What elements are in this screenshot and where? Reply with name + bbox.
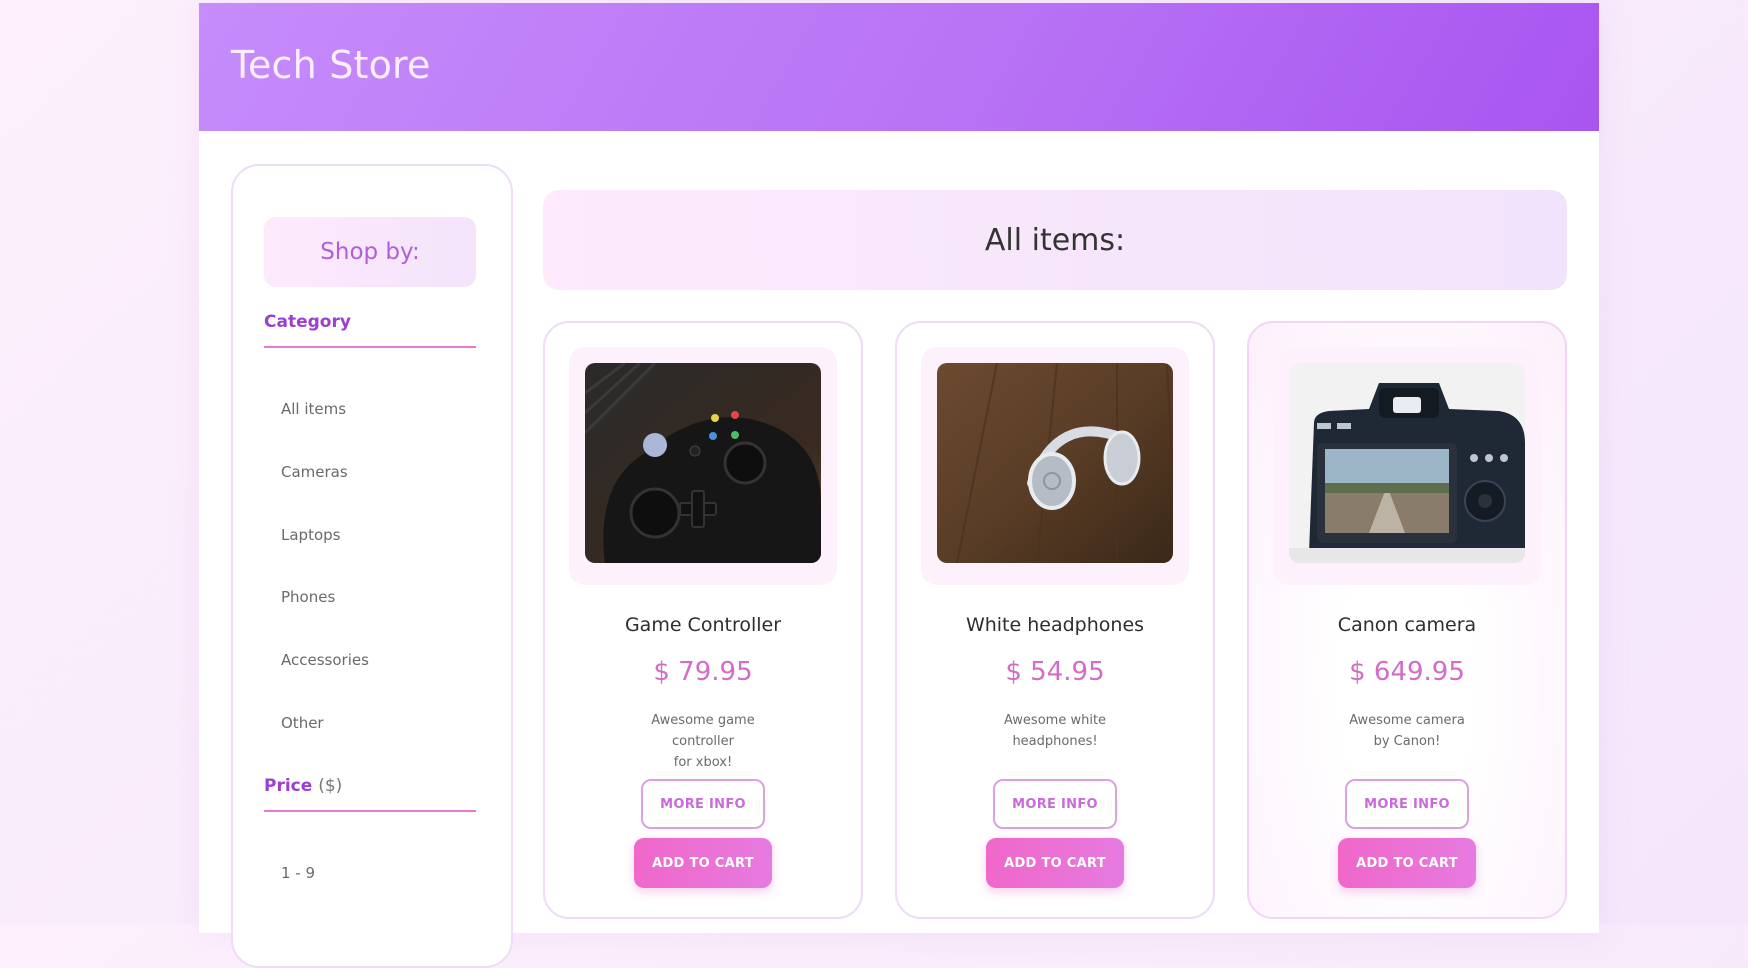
product-title[interactable]: White headphones (897, 614, 1213, 636)
product-card-white-headphones: White headphones $ 54.95 Awesome white h… (895, 321, 1215, 919)
product-image-frame (569, 347, 837, 585)
description-line: Awesome game controller (651, 713, 755, 749)
all-items-heading: All items: (543, 190, 1567, 290)
shop-by-heading: Shop by: (264, 217, 476, 287)
more-info-button[interactable]: MORE INFO (993, 779, 1117, 829)
sidebar-item-accessories[interactable]: Accessories (281, 651, 369, 669)
sidebar-item-other[interactable]: Other (281, 714, 324, 732)
add-to-cart-button[interactable]: ADD TO CART (634, 838, 772, 888)
filter-sidebar: Shop by: Category All items Cameras Lapt… (231, 164, 513, 968)
add-to-cart-button[interactable]: ADD TO CART (986, 838, 1124, 888)
product-image-frame (921, 347, 1189, 585)
headphones-image[interactable] (937, 363, 1173, 563)
price-unit: ($) (318, 776, 343, 796)
product-price: $ 649.95 (1349, 657, 1465, 687)
description-line: Awesome camera (1349, 713, 1465, 728)
sidebar-item-cameras[interactable]: Cameras (281, 463, 348, 481)
description-line: Awesome white (1003, 713, 1107, 728)
product-title[interactable]: Canon camera (1249, 614, 1565, 636)
sidebar-item-price-1-9[interactable]: 1 - 9 (281, 864, 315, 882)
product-card-game-controller: Game Controller $ 79.95 Awesome game con… (543, 321, 863, 919)
more-info-button[interactable]: MORE INFO (1345, 779, 1469, 829)
page: Tech Store Shop by: Category All items C… (199, 3, 1599, 968)
sidebar-item-laptops[interactable]: Laptops (281, 526, 340, 544)
description-line: by Canon! (1373, 734, 1441, 749)
description-line: headphones! (1012, 734, 1098, 749)
canon-camera-image[interactable] (1289, 363, 1525, 563)
product-price: $ 54.95 (1005, 657, 1105, 687)
product-price: $ 79.95 (653, 657, 753, 687)
game-controller-image[interactable] (585, 363, 821, 563)
product-description: Awesome white headphones! (975, 710, 1135, 752)
more-info-button[interactable]: MORE INFO (641, 779, 765, 829)
product-image-frame (1273, 347, 1541, 585)
description-line: for xbox! (673, 755, 733, 770)
category-title: Category (264, 312, 351, 332)
product-description: Awesome camera by Canon! (1327, 710, 1487, 752)
add-to-cart-button[interactable]: ADD TO CART (1338, 838, 1476, 888)
sidebar-item-phones[interactable]: Phones (281, 588, 335, 606)
product-card-canon-camera: Canon camera $ 649.95 Awesome camera by … (1247, 321, 1567, 919)
category-heading: Category (264, 312, 476, 348)
product-title[interactable]: Game Controller (545, 614, 861, 636)
product-description: Awesome game controller for xbox! (623, 710, 783, 773)
sidebar-item-all-items[interactable]: All items (281, 400, 346, 418)
price-heading: Price ($) (264, 776, 476, 812)
site-header: Tech Store (199, 3, 1599, 131)
price-title: Price (264, 776, 313, 796)
store-title[interactable]: Tech Store (231, 43, 431, 87)
